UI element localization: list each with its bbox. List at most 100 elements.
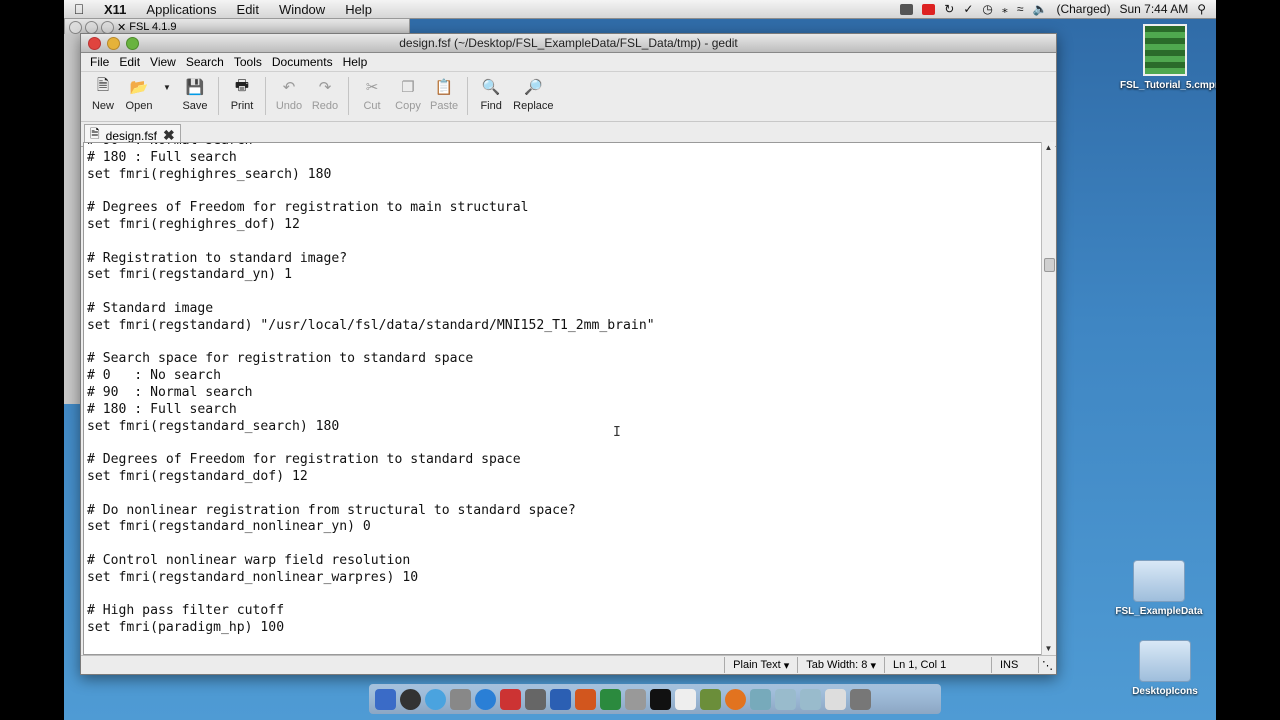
text-cursor-icon: I — [613, 425, 621, 440]
menu-help[interactable]: Help — [338, 55, 373, 69]
cut-label: Cut — [363, 100, 381, 112]
save-icon: 💾 — [185, 79, 205, 96]
copy-button[interactable]: ❐ Copy — [390, 75, 426, 112]
tab-label: design.fsf — [105, 128, 158, 143]
chevron-down-icon: ▾ — [870, 659, 876, 672]
utility-icon[interactable] — [625, 688, 646, 710]
new-label: New — [91, 100, 114, 112]
undo-button[interactable]: ↶ Undo — [271, 75, 307, 112]
status-area: ↻ ✓ ◷ ⁎ ≈ 🔈 (Charged) Sun 7:44 AM ⚲ — [900, 2, 1216, 16]
wifi-icon[interactable]: ≈ — [1017, 2, 1024, 16]
scroll-thumb[interactable] — [1044, 258, 1055, 272]
finder-icon[interactable] — [375, 688, 396, 710]
calendar-icon[interactable] — [500, 688, 521, 710]
powerpoint-icon[interactable] — [575, 688, 596, 710]
minimize-icon[interactable] — [85, 20, 98, 34]
app-icon[interactable] — [750, 688, 771, 710]
safari-icon[interactable] — [425, 688, 446, 710]
redo-icon: ↷ — [318, 79, 332, 96]
battery-status[interactable]: (Charged) — [1056, 2, 1110, 16]
open-folder-icon: 📂 — [129, 79, 149, 96]
undo-icon: ↶ — [282, 79, 296, 96]
record-icon[interactable] — [922, 3, 936, 15]
document-icon[interactable] — [825, 688, 846, 710]
scroll-down-icon[interactable]: ▼ — [1042, 643, 1055, 655]
menu-edit[interactable]: Edit — [114, 55, 145, 69]
x11-icon[interactable] — [675, 688, 696, 710]
menu-file[interactable]: File — [85, 55, 114, 69]
firefox-icon[interactable] — [725, 688, 746, 710]
copy-icon: ❐ — [401, 79, 415, 96]
menu-documents[interactable]: Documents — [267, 55, 338, 69]
menu-help[interactable]: Help — [335, 2, 382, 17]
desktop:  X11 Applications Edit Window Help ↻ ✓ … — [64, 0, 1216, 720]
save-label: Save — [182, 100, 208, 112]
word-icon[interactable] — [550, 688, 571, 710]
desktop-icon-label: FSL_ExampleData — [1115, 606, 1203, 617]
photo-icon[interactable] — [450, 688, 471, 710]
dashboard-icon[interactable] — [400, 688, 421, 710]
language-selector[interactable]: Plain Text ▾ — [724, 657, 797, 673]
text-editor[interactable]: # 90 : Normal search # 180 : Full search… — [83, 142, 1042, 655]
find-label: Find — [480, 100, 502, 112]
desktop-icon-project[interactable]: FSL_Tutorial_5.cmproj — [1120, 24, 1216, 91]
folder-icon[interactable] — [800, 688, 821, 710]
folder-icon[interactable] — [775, 688, 796, 710]
trash-icon[interactable] — [850, 688, 871, 710]
find-button[interactable]: 🔍 Find — [473, 75, 509, 112]
x11-logo-icon: ✕ — [117, 21, 127, 34]
menu-view[interactable]: View — [145, 55, 181, 69]
vertical-scrollbar[interactable]: ▲ ▼ — [1041, 142, 1055, 655]
apple-menu-icon[interactable]:  — [64, 1, 94, 17]
menu-search[interactable]: Search — [181, 55, 229, 69]
volume-icon[interactable]: 🔈 — [1033, 2, 1048, 16]
toolbar-separator — [265, 77, 266, 115]
redo-button[interactable]: ↷ Redo — [307, 75, 343, 112]
app-icon[interactable] — [700, 688, 721, 710]
desktop-icon-desktopicons[interactable]: DesktopIcons — [1120, 640, 1210, 697]
system-prefs-icon[interactable] — [525, 688, 546, 710]
dock — [369, 684, 941, 714]
chevron-down-icon: ▾ — [783, 659, 790, 672]
cut-button[interactable]: ✂ Cut — [354, 75, 390, 112]
language-label: Plain Text — [733, 659, 781, 671]
menu-applications[interactable]: Applications — [136, 2, 226, 17]
tab-width-selector[interactable]: Tab Width: 8 ▾ — [797, 657, 884, 673]
toolbar-separator — [348, 77, 349, 115]
check-icon[interactable]: ✓ — [963, 2, 973, 16]
save-button[interactable]: 💾 Save — [177, 75, 213, 112]
print-button[interactable]: 🖶 Print — [224, 75, 260, 113]
spotlight-icon[interactable]: ⚲ — [1197, 2, 1206, 16]
zoom-icon[interactable] — [101, 20, 114, 34]
desktop-icon-label: DesktopIcons — [1132, 686, 1198, 697]
resize-grip-icon[interactable]: ⋱ — [1038, 657, 1056, 673]
close-icon[interactable] — [69, 20, 82, 34]
menu-tools[interactable]: Tools — [229, 55, 267, 69]
paste-button[interactable]: 📋 Paste — [426, 75, 462, 112]
toolbar: 🗎 New 📂 Open ▼ 💾 Save 🖶 Print ↶ Undo ↷ R… — [81, 72, 1056, 122]
itunes-icon[interactable] — [475, 688, 496, 710]
replace-label: Replace — [513, 100, 554, 112]
sync-icon[interactable]: ↻ — [944, 2, 954, 16]
menu-window[interactable]: Window — [269, 2, 335, 17]
camera-icon[interactable] — [900, 3, 914, 15]
menu-edit[interactable]: Edit — [227, 2, 269, 17]
file-content[interactable]: # 90 : Normal search # 180 : Full search… — [87, 143, 655, 637]
excel-icon[interactable] — [600, 688, 621, 710]
new-button[interactable]: 🗎 New — [85, 75, 121, 113]
status-bar: Plain Text ▾ Tab Width: 8 ▾ Ln 1, Col 1 … — [81, 655, 1056, 674]
bluetooth-icon[interactable]: ⁎ — [1002, 2, 1008, 16]
menu-app-name[interactable]: X11 — [94, 2, 136, 17]
terminal-icon[interactable] — [650, 688, 671, 710]
desktop-icon-exampledata[interactable]: FSL_ExampleData — [1114, 560, 1204, 617]
open-button[interactable]: 📂 Open — [121, 75, 157, 112]
window-titlebar[interactable]: design.fsf (~/Desktop/FSL_ExampleData/FS… — [81, 34, 1056, 53]
open-dropdown[interactable]: ▼ — [157, 75, 177, 100]
scroll-up-icon[interactable]: ▲ — [1042, 142, 1055, 154]
toolbar-separator — [218, 77, 219, 115]
clock[interactable]: Sun 7:44 AM — [1119, 2, 1188, 16]
replace-button[interactable]: 🔎 Replace — [509, 75, 557, 112]
magnifier-icon: 🔍 — [481, 79, 501, 96]
print-label: Print — [230, 100, 254, 112]
time-machine-icon[interactable]: ◷ — [982, 2, 992, 16]
